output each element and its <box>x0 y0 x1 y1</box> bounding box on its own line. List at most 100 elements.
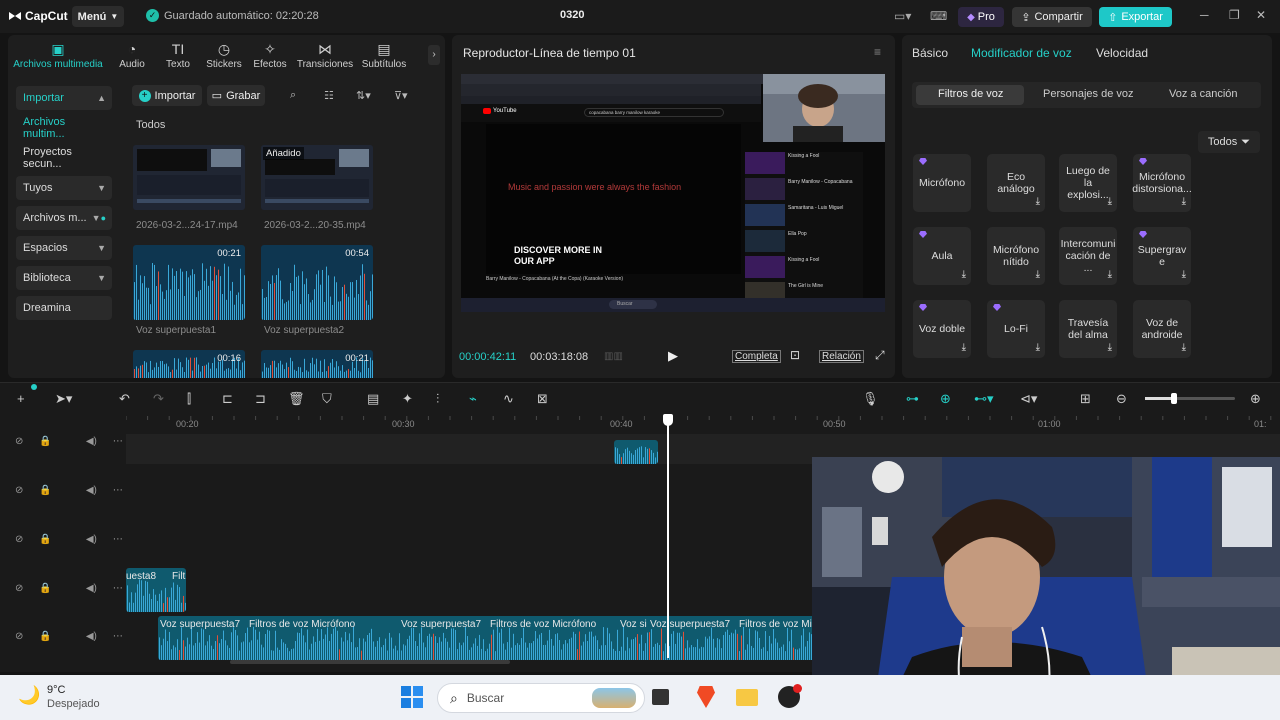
filter-all-button[interactable]: Todos ⏷ <box>1198 131 1260 153</box>
voice-effect-item[interactable]: Supergrav e ⤓ <box>1133 227 1191 285</box>
sidebar-item-archives[interactable]: Archivos m... ▼● <box>16 206 112 230</box>
subtab-voice-characters[interactable]: Personajes de voz <box>1043 88 1134 100</box>
split-icon[interactable]: ⫿ <box>187 391 191 407</box>
voice-effect-item[interactable]: Micrófono <box>913 154 971 212</box>
tab-media[interactable]: ▣ Archivos multimedia <box>10 41 106 70</box>
microphone-icon[interactable]: 🎙 <box>862 391 879 407</box>
sidebar-item-media-files[interactable]: Archivos multim... <box>16 116 112 140</box>
playhead-handle[interactable] <box>663 414 673 426</box>
tab-subtitles[interactable]: ▤ Subtítulos <box>358 41 410 70</box>
hamburger-menu-icon[interactable]: ≡ <box>874 45 881 59</box>
sidebar-item-secondary-projects[interactable]: Proyectos secun... <box>16 146 112 170</box>
download-icon[interactable]: ⤓ <box>962 269 966 281</box>
export-button[interactable]: ⇧ Exportar <box>1099 7 1172 27</box>
grid-view-icon[interactable]: ☷ <box>324 89 334 102</box>
layout-icon[interactable]: ▭▾ <box>894 9 911 23</box>
close-icon[interactable]: ✕ <box>1256 8 1266 22</box>
aspect-ratio-button[interactable]: Relación <box>819 350 864 363</box>
lock-icon[interactable]: 🔒 <box>39 631 51 642</box>
speaker-icon[interactable]: ◀) <box>86 534 97 545</box>
effects-icon[interactable]: ✦ <box>402 391 413 407</box>
audio-thumbnail[interactable]: 00:21 <box>261 350 373 378</box>
search-icon[interactable]: ⌕ <box>290 89 296 102</box>
tab-transitions[interactable]: ⋈ Transiciones <box>293 41 357 70</box>
waveform-toggle-icon[interactable]: ▥▥ <box>604 351 623 362</box>
weather-status[interactable]: Despejado <box>47 698 100 710</box>
sidebar-item-spaces[interactable]: Espacios ▼ <box>16 236 112 260</box>
video-preview[interactable]: YouTube copacabana barry manilow karaoke… <box>461 74 885 312</box>
sidebar-item-import[interactable]: Importar ▲ <box>16 86 112 110</box>
audio-clip[interactable]: Voz superpuesta7 Filtros de voz Micrófon… <box>158 616 818 660</box>
voice-effect-item[interactable]: Eco análogo ⤓ <box>987 154 1045 212</box>
download-icon[interactable]: ⤓ <box>1182 269 1186 281</box>
lock-icon[interactable]: 🔒 <box>39 534 51 545</box>
more-icon[interactable]: ⋯ <box>113 583 123 594</box>
link-icon[interactable]: ⊶ <box>906 391 919 407</box>
tab-stickers[interactable]: ◷ Stickers <box>201 41 247 70</box>
voice-effect-item[interactable]: Micrófono distorsiona... ⤓ <box>1132 154 1192 212</box>
magnet-icon[interactable]: ⊕ <box>940 391 951 407</box>
track-icon[interactable]: ⊘ <box>15 436 23 447</box>
track-icon[interactable]: ⊘ <box>15 534 23 545</box>
subtab-voice-to-song[interactable]: Voz a canción <box>1169 88 1238 100</box>
download-icon[interactable]: ⤓ <box>1036 269 1040 281</box>
audio-clip[interactable]: uesta8 Filtr <box>126 568 186 612</box>
lock-icon[interactable]: 🔒 <box>39 485 51 496</box>
media-thumbnail[interactable]: Añadido <box>261 145 373 210</box>
lock-icon[interactable]: 🔒 <box>39 583 51 594</box>
full-quality-button[interactable]: Completa <box>732 350 781 363</box>
speaker-icon[interactable]: ◀) <box>86 485 97 496</box>
voice-effect-item[interactable]: Micrófono nítido ⤓ <box>987 227 1045 285</box>
voice-effect-item[interactable]: Lo-Fi ⤓ <box>987 300 1045 358</box>
voice-effect-item[interactable]: Luego de la explosi... ⤓ <box>1059 154 1117 212</box>
caption-track-icon[interactable]: ⊞ <box>1080 391 1091 407</box>
speaker-icon[interactable]: ◀) <box>86 583 97 594</box>
project-name[interactable]: 0320 <box>560 9 584 21</box>
tab-basic[interactable]: Básico <box>912 46 948 60</box>
preview-axis-icon[interactable]: ⊲▾ <box>1020 391 1037 407</box>
track-icon[interactable]: ⊘ <box>15 583 23 594</box>
download-icon[interactable]: ⤓ <box>1182 196 1186 208</box>
chevron-right-icon[interactable]: › <box>428 45 440 65</box>
voice-effect-item[interactable]: Voz de androide ⤓ <box>1133 300 1191 358</box>
voice-effect-item[interactable]: Voz doble ⤓ <box>913 300 971 358</box>
taskbar-search[interactable]: ⌕ Buscar <box>437 683 645 713</box>
more-icon[interactable]: ⋯ <box>113 436 123 447</box>
more-icon[interactable]: ⋯ <box>113 534 123 545</box>
snap-icon[interactable]: ⊷▾ <box>974 391 994 407</box>
sidebar-item-dreamina[interactable]: Dreamina <box>16 296 112 320</box>
tab-speed[interactable]: Velocidad <box>1096 46 1148 60</box>
captions-icon[interactable]: ▤ <box>367 391 379 407</box>
minimize-icon[interactable]: ─ <box>1200 8 1209 22</box>
tab-text[interactable]: TI Texto <box>155 41 201 70</box>
timeline-scrollbar[interactable] <box>230 660 510 664</box>
filter-icon[interactable]: ⊽▾ <box>394 89 408 102</box>
magic-icon[interactable]: ⌁ <box>469 391 477 407</box>
more-icon[interactable]: ⋯ <box>113 631 123 642</box>
sidebar-item-yours[interactable]: Tuyos ▼ <box>16 176 112 200</box>
record-button[interactable]: ▭ Grabar <box>207 85 265 106</box>
download-icon[interactable]: ⤓ <box>1108 269 1112 281</box>
windows-start-icon[interactable] <box>401 686 423 708</box>
speaker-icon[interactable]: ◀) <box>86 631 97 642</box>
import-button[interactable]: + Importar <box>132 85 202 106</box>
crop-icon[interactable]: ⊡ <box>790 348 800 362</box>
tab-effects[interactable]: ✧ Efectos <box>247 41 293 70</box>
audio-clip[interactable] <box>614 440 658 464</box>
add-icon[interactable]: + <box>17 391 25 406</box>
download-icon[interactable]: ⤓ <box>1182 342 1186 354</box>
zoom-slider[interactable] <box>1145 393 1235 404</box>
share-button[interactable]: ⇪ Compartir <box>1012 7 1092 27</box>
audio-thumbnail[interactable]: 00:21 <box>133 245 245 320</box>
audio-wave-icon[interactable]: ∿ <box>503 391 514 407</box>
zoom-slider-handle[interactable] <box>1171 393 1177 404</box>
maximize-icon[interactable]: ❐ <box>1229 8 1240 22</box>
sort-icon[interactable]: ⇅▾ <box>356 89 371 102</box>
app-icon[interactable] <box>778 684 802 708</box>
crop-icon[interactable]: ⊠ <box>537 391 548 407</box>
time-ruler[interactable] <box>125 414 1280 430</box>
delete-icon[interactable]: 🗑 <box>288 391 305 407</box>
redo-icon[interactable]: ↷ <box>153 391 164 407</box>
voice-effect-item[interactable]: Aula ⤓ <box>913 227 971 285</box>
zoom-in-icon[interactable]: ⊕ <box>1250 391 1261 407</box>
